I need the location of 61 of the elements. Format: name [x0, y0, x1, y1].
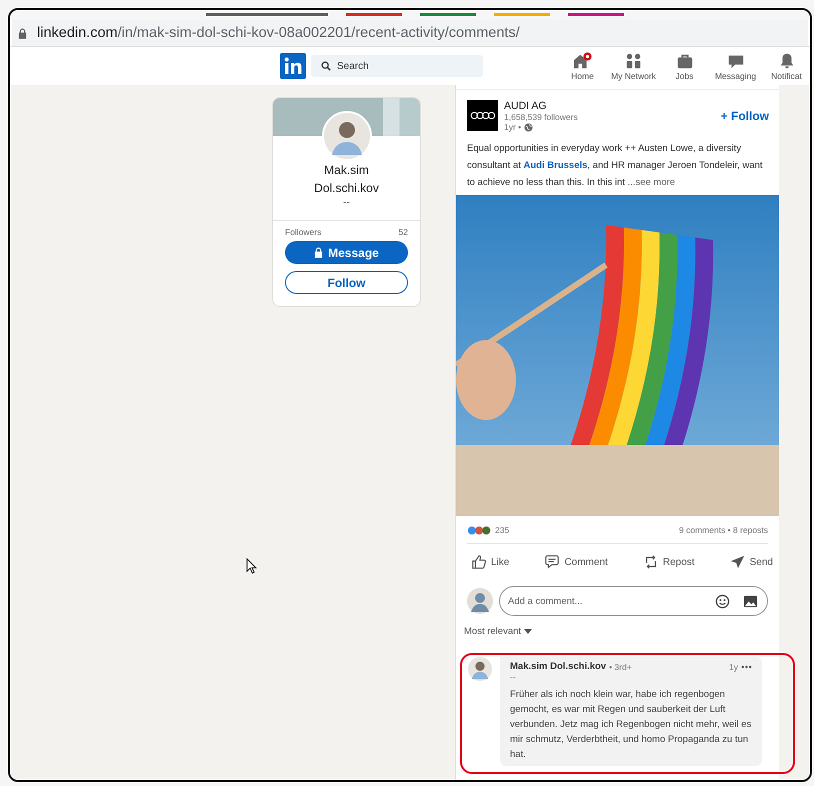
lock-icon	[314, 247, 324, 258]
nav-item[interactable]: My Network	[608, 52, 659, 80]
message-button[interactable]: Message	[285, 241, 408, 264]
briefcase-icon	[676, 52, 694, 70]
address-bar[interactable]: linkedin.com/in/mak-sim-dol-schi-kov-08a002201/recent-activity/comments/	[12, 20, 808, 46]
post-text: Equal opportunities in everyday work ++ Austen Lowe, a diversity consultant at Audi Brussels, and HR manager Jeroen Tondeleir, want to achieve no less than this. In this int ...see more	[467, 142, 764, 190]
thumbs-up-icon	[471, 554, 487, 570]
nav-item[interactable]: Home	[557, 52, 608, 80]
post-age: 1yr •	[504, 122, 522, 132]
profile-name[interactable]: Mak.sim	[324, 161, 369, 179]
smiley-icon[interactable]	[715, 594, 730, 609]
company-name[interactable]: AUDI AG	[504, 100, 721, 112]
follower-count: 1,658,539 followers	[504, 112, 579, 122]
tab-indicator[interactable]	[568, 13, 624, 16]
follow-button[interactable]: Follow	[285, 271, 408, 294]
avatar-silhouette	[467, 588, 493, 614]
lock-icon	[18, 28, 27, 38]
linkedin-logo[interactable]	[280, 53, 306, 79]
post-action-button[interactable]: Comment	[544, 554, 608, 570]
comment-age: 1y	[729, 662, 738, 672]
sort-dropdown[interactable]: Most relevant	[464, 626, 532, 637]
profile-name[interactable]: Dol.schi.kov	[314, 179, 379, 197]
avatar-silhouette	[468, 657, 492, 681]
more-options-icon[interactable]	[741, 664, 752, 668]
connection-degree: • 3rd+	[609, 662, 632, 672]
tab-indicator[interactable]	[420, 13, 476, 16]
comment-field[interactable]: Add a comment...	[499, 586, 768, 616]
see-more-link[interactable]: ...see more	[628, 177, 676, 188]
company-link[interactable]: Audi Brussels	[524, 160, 588, 171]
reaction-icons	[467, 526, 493, 534]
followers-count: 52	[398, 227, 408, 237]
image-icon[interactable]	[743, 595, 758, 608]
caret-icon	[524, 629, 532, 634]
nav-item[interactable]: Messaging	[710, 52, 761, 80]
post-action-button[interactable]: Repost	[642, 554, 695, 570]
globe-icon	[524, 122, 534, 132]
follow-button[interactable]: + Follow	[720, 109, 769, 123]
post-stats[interactable]: 9 comments • 8 reposts	[679, 525, 768, 535]
house-icon	[572, 52, 594, 70]
company-logo	[467, 100, 498, 131]
tab-indicator[interactable]	[346, 13, 402, 16]
speech-bubble-icon	[544, 554, 560, 570]
nav-item[interactable]: Jobs	[659, 52, 710, 80]
tab-indicator[interactable]	[206, 13, 328, 16]
comment-author[interactable]: Mak.sim Dol.schi.kov	[510, 661, 606, 672]
paper-plane-icon	[730, 554, 746, 570]
followers-label: Followers	[285, 227, 322, 237]
people-icon	[624, 52, 642, 70]
profile-headline: --	[343, 197, 350, 208]
search-icon	[321, 61, 331, 71]
avatar-silhouette	[322, 111, 372, 161]
nav-item[interactable]: Notificat	[761, 52, 810, 80]
comment-text: Früher als ich noch klein war, habe ich regenbogen gemocht, es war mit Regen und sauberkeit der Luft verbunden. Jetz mag ich Regenbogen nicht mehr, weil es mir schmutz, Verderbtheit, und homo Propaganda zu tun hat.	[510, 688, 752, 762]
commenter-headline: --	[510, 672, 517, 682]
reaction-count[interactable]: 235	[495, 525, 510, 535]
post-action-button[interactable]: Send	[730, 554, 773, 570]
post-action-button[interactable]: Like	[471, 554, 510, 570]
url-text: linkedin.com/in/mak-sim-dol-schi-kov-08a002201/recent-activity/comments/	[37, 25, 520, 41]
search-field[interactable]: Search	[311, 55, 483, 77]
mouse-pointer-icon	[246, 558, 257, 574]
tab-indicator[interactable]	[494, 13, 550, 16]
